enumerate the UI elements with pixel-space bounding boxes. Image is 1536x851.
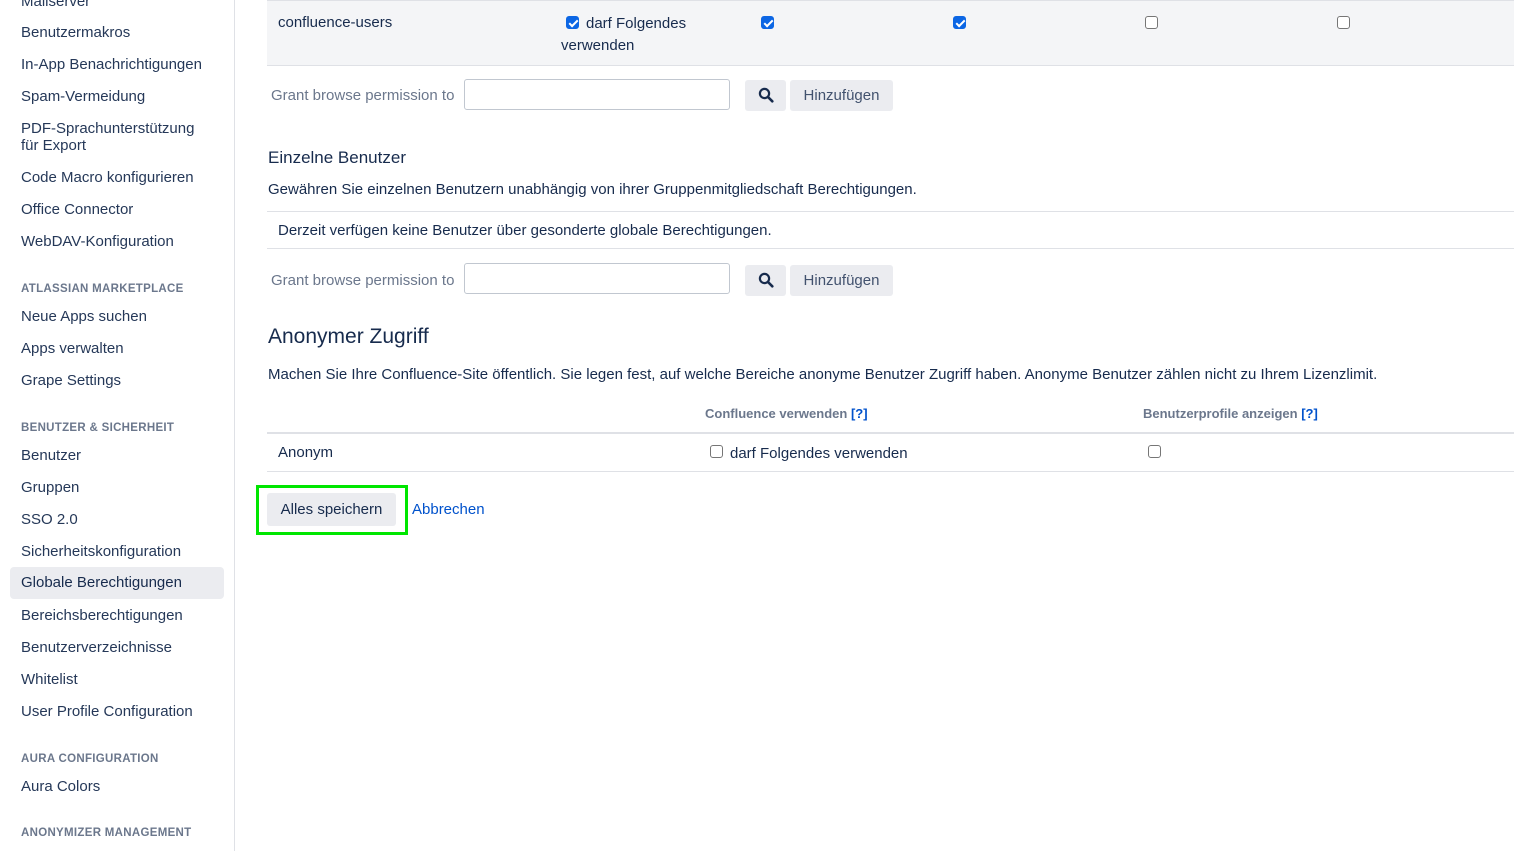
sidebar-item-manage-apps[interactable]: Apps verwalten (10, 340, 224, 357)
sidebar-item-label: Aura Colors (21, 778, 101, 795)
anonymous-use-label: darf Folgendes verwenden (730, 445, 908, 462)
divider (267, 248, 1514, 249)
sidebar-item-label: Benutzer (21, 447, 82, 464)
group-grant-input[interactable] (464, 79, 730, 110)
sidebar-item-in-app-notifications[interactable]: In-App Benachrichtigungen (10, 56, 224, 73)
use-confluence-label-cont: verwenden (561, 37, 635, 54)
admin-sidebar: Mailserver Benutzermakros In-App Benachr… (0, 0, 235, 851)
table-header-divider (267, 432, 1514, 434)
anonymous-access-description: Machen Sie Ihre Confluence-Site öffentli… (268, 366, 1378, 383)
sidebar-item-label: User Profile Configuration (21, 703, 193, 720)
sidebar-item-label: Mailserver (21, 0, 91, 10)
grant-label: Grant browse permission to (271, 87, 455, 104)
individual-users-description: Gewähren Sie einzelnen Benutzern unabhän… (268, 181, 917, 198)
sidebar-heading-security: BENUTZER & SICHERHEIT (21, 422, 175, 434)
use-confluence-label: darf Folgendes (586, 15, 687, 32)
sidebar-item-user-macros[interactable]: Benutzermakros (10, 24, 224, 41)
sidebar-item-whitelist[interactable]: Whitelist (10, 671, 224, 688)
sidebar-item-label: SSO 2.0 (21, 511, 78, 528)
table-row (267, 0, 1514, 66)
sidebar-item-label: Benutzermakros (21, 24, 131, 41)
anonymous-profiles-checkbox[interactable] (1148, 445, 1161, 458)
sidebar-item-label: Whitelist (21, 671, 78, 688)
sidebar-item-grape-settings[interactable]: Grape Settings (10, 372, 224, 389)
sidebar-item-user-directories[interactable]: Benutzerverzeichnisse (10, 639, 224, 656)
search-icon (758, 87, 774, 103)
cancel-link[interactable]: Abbrechen (412, 501, 485, 518)
sidebar-heading-anonymizer: ANONYMIZER MANAGEMENT (21, 827, 192, 839)
divider (267, 471, 1514, 472)
sidebar-item-users[interactable]: Benutzer (10, 447, 224, 464)
sidebar-item-mailserver[interactable]: Mailserver (10, 0, 224, 10)
permission-checkbox-5[interactable] (1337, 16, 1350, 29)
sidebar-heading-aura: AURA CONFIGURATION (21, 753, 159, 765)
sidebar-item-security-config[interactable]: Sicherheitskonfiguration (10, 543, 224, 560)
search-icon (758, 272, 774, 288)
sidebar-heading-marketplace: ATLASSIAN MARKETPLACE (21, 283, 184, 295)
group-name: confluence-users (278, 14, 393, 31)
anonymous-row-name: Anonym (278, 444, 334, 461)
grant-label: Grant browse permission to (271, 272, 455, 289)
sidebar-item-office-connector[interactable]: Office Connector (10, 201, 224, 218)
sidebar-item-label: Spam-Vermeidung (21, 88, 146, 105)
sidebar-item-pdf-language-support[interactable]: PDF-Sprachunterstützung für Export (10, 120, 210, 154)
sidebar-item-code-macro[interactable]: Code Macro konfigurieren (10, 169, 224, 186)
permission-checkbox-3[interactable] (953, 16, 966, 29)
add-user-button[interactable]: Hinzufügen (790, 265, 893, 296)
column-header-label: Confluence verwenden (705, 406, 848, 421)
column-header-use-confluence: Confluence verwenden [?] (705, 406, 868, 421)
save-all-button[interactable]: Alles speichern (267, 493, 396, 526)
main-content: confluence-users darf Folgendes verwende… (235, 0, 1536, 851)
sidebar-item-space-permissions[interactable]: Bereichsberechtigungen (10, 607, 224, 624)
sidebar-item-label: Office Connector (21, 201, 134, 218)
sidebar-item-label: Grape Settings (21, 372, 122, 389)
anonymous-access-title: Anonymer Zugriff (268, 325, 429, 348)
sidebar-item-label: Neue Apps suchen (21, 308, 147, 325)
search-button[interactable] (745, 80, 786, 111)
user-grant-input[interactable] (464, 263, 730, 294)
sidebar-item-spam-prevention[interactable]: Spam-Vermeidung (10, 88, 224, 105)
sidebar-item-label: Benutzerverzeichnisse (21, 639, 172, 656)
permission-checkbox-2[interactable] (761, 16, 774, 29)
sidebar-item-label: WebDAV-Konfiguration (21, 233, 174, 250)
use-confluence-checkbox[interactable] (566, 16, 579, 29)
search-button[interactable] (745, 265, 786, 296)
no-users-message: Derzeit verfügen keine Benutzer über ges… (278, 222, 772, 239)
sidebar-item-label: Bereichsberechtigungen (21, 607, 183, 624)
sidebar-item-groups[interactable]: Gruppen (10, 479, 224, 496)
sidebar-item-label: Code Macro konfigurieren (21, 169, 194, 186)
sidebar-item-label: Sicherheitskonfiguration (21, 543, 182, 560)
sidebar-item-aura-colors[interactable]: Aura Colors (10, 778, 224, 795)
sidebar-item-label: Globale Berechtigungen (21, 574, 182, 591)
sidebar-item-label: Gruppen (21, 479, 80, 496)
anonymous-use-checkbox[interactable] (710, 445, 723, 458)
sidebar-item-find-apps[interactable]: Neue Apps suchen (10, 308, 224, 325)
column-header-label: Benutzerprofile anzeigen (1143, 406, 1298, 421)
help-link[interactable]: [?] (1301, 406, 1318, 421)
sidebar-item-label: In-App Benachrichtigungen (21, 56, 202, 73)
individual-users-title: Einzelne Benutzer (268, 148, 406, 167)
sidebar-item-user-profile-config[interactable]: User Profile Configuration (10, 703, 224, 720)
sidebar-item-global-permissions[interactable]: Globale Berechtigungen (10, 567, 224, 599)
sidebar-item-label: PDF-Sprachunterstützung für Export (21, 120, 195, 154)
sidebar-item-label: Apps verwalten (21, 340, 124, 357)
sidebar-item-sso[interactable]: SSO 2.0 (10, 511, 224, 528)
sidebar-item-webdav[interactable]: WebDAV-Konfiguration (10, 233, 224, 250)
divider (267, 211, 1514, 212)
column-header-view-profiles: Benutzerprofile anzeigen [?] (1143, 406, 1318, 421)
add-group-button[interactable]: Hinzufügen (790, 80, 893, 111)
permission-checkbox-4[interactable] (1145, 16, 1158, 29)
help-link[interactable]: [?] (851, 406, 868, 421)
